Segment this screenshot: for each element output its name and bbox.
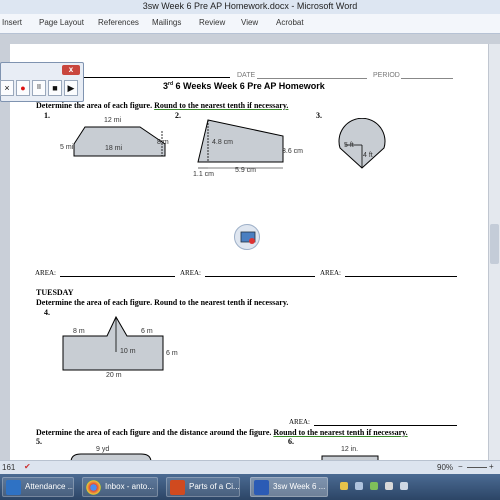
document-margin-band — [0, 34, 500, 44]
scrollbar-thumb[interactable] — [490, 224, 499, 264]
taskbar-item-label: Parts of a Ci... — [189, 482, 240, 491]
window-title: 3sw Week 6 Pre AP Homework.docx - Micros… — [142, 1, 358, 11]
taskbar-item-powerpoint[interactable]: Parts of a Ci... — [166, 477, 240, 497]
fig2-left-base-label: 1.1 cm — [193, 171, 215, 178]
tab-acrobat[interactable]: Acrobat — [276, 18, 304, 27]
tray-icon[interactable] — [355, 482, 363, 490]
instruction-3: Determine the area of each figure and th… — [36, 428, 408, 437]
period-label: PERIOD — [373, 72, 400, 79]
problem-number-3: 3. — [316, 111, 322, 120]
fig4-right-label: 6 m — [141, 328, 153, 335]
instruction-1: Determine the area of each figure. Round… — [36, 101, 289, 110]
recorder-toolbar: x × ● II ■ ▶ — [0, 62, 84, 102]
instruction-2: Determine the area of each figure. Round… — [36, 298, 289, 307]
taskbar-item-label: Attendance ... — [25, 482, 74, 491]
area-label-1: AREA: — [35, 269, 56, 277]
zoom-slider[interactable] — [467, 467, 487, 468]
fig2-height-label: 4.8 cm — [212, 139, 234, 146]
figure-5-shape — [70, 453, 152, 460]
taskbar-item-label: Inbox - anto... — [105, 482, 154, 491]
recorder-stop-button[interactable]: ■ — [48, 80, 62, 96]
fig4-side-label: 6 m — [166, 350, 178, 357]
date-line — [257, 78, 367, 79]
powerpoint-icon — [170, 480, 185, 495]
date-label: DATE — [237, 72, 256, 79]
tab-review[interactable]: Review — [199, 18, 225, 27]
recorder-pause-button[interactable]: II — [32, 80, 46, 96]
fig6-label: 12 in. — [341, 446, 359, 453]
proofing-icon[interactable]: ✔ — [24, 462, 31, 471]
window-icon — [6, 480, 21, 495]
fig2-base-label: 5.9 cm — [235, 167, 257, 174]
fig1-top-label: 12 mi — [104, 117, 122, 124]
fig3-label-a: 5 ft — [344, 142, 354, 149]
area-label-2: AREA: — [180, 269, 201, 277]
monitor-icon — [240, 231, 256, 244]
recorder-close-button[interactable]: x — [62, 65, 80, 75]
taskbar-item-attendance[interactable]: Attendance ... — [2, 477, 74, 497]
problem-number-4: 4. — [44, 308, 50, 317]
tab-view[interactable]: View — [241, 18, 258, 27]
fig4-base-label: 20 m — [106, 372, 122, 379]
area-label-4: AREA: — [289, 418, 310, 426]
word-count[interactable]: 161 — [2, 463, 15, 472]
document-page[interactable]: DATE PERIOD 3rd 6 Weeks Week 6 Pre AP Ho… — [10, 44, 488, 460]
fig1-right-label: 8 m — [157, 139, 169, 146]
status-bar: 161 ✔ 90% − + — [0, 460, 500, 474]
area-line-1 — [60, 276, 175, 277]
tray-icon[interactable] — [370, 482, 378, 490]
problem-number-5: 5. — [36, 437, 42, 446]
fig4-left-label: 8 m — [73, 328, 85, 335]
network-icon[interactable] — [385, 482, 393, 490]
taskbar: Attendance ... Inbox - anto... Parts of … — [0, 474, 500, 500]
tray-icon[interactable] — [340, 482, 348, 490]
recorder-record-button[interactable]: ● — [16, 80, 30, 96]
area-label-3: AREA: — [320, 269, 341, 277]
period-line — [401, 78, 453, 79]
zoom-level[interactable]: 90% — [437, 463, 453, 472]
window-titlebar: 3sw Week 6 Pre AP Homework.docx - Micros… — [0, 0, 500, 14]
tab-insert[interactable]: Insert — [2, 18, 22, 27]
ribbon-tabs: Insert Page Layout References Mailings R… — [0, 14, 500, 34]
word-icon — [254, 480, 269, 495]
restore-recording-icon[interactable] — [234, 224, 260, 250]
area-line-3 — [345, 276, 457, 277]
page-title: 3rd 6 Weeks Week 6 Pre AP Homework — [163, 81, 325, 91]
tab-mailings[interactable]: Mailings — [152, 18, 181, 27]
fig2-right-label: 3.6 cm — [282, 148, 304, 155]
area-line-2 — [205, 276, 315, 277]
fig3-label-b: 4 ft — [363, 152, 373, 159]
zoom-in-icon[interactable]: + — [489, 462, 494, 471]
recorder-cancel-button[interactable]: × — [0, 80, 14, 96]
tab-page-layout[interactable]: Page Layout — [39, 18, 84, 27]
tab-references[interactable]: References — [98, 18, 139, 27]
problem-number-6: 6. — [288, 437, 294, 446]
zoom-out-icon[interactable]: − — [458, 462, 463, 471]
figure-4-pentagon — [62, 315, 164, 371]
tuesday-heading: TUESDAY — [36, 288, 74, 297]
taskbar-item-word[interactable]: 3sw Week 6 ... — [250, 477, 328, 497]
chrome-icon — [86, 480, 101, 495]
area-line-4 — [314, 425, 457, 426]
problem-number-2: 2. — [175, 111, 181, 120]
fig1-base-label: 18 mi — [105, 145, 123, 152]
recorder-play-button[interactable]: ▶ — [64, 80, 78, 96]
taskbar-item-inbox[interactable]: Inbox - anto... — [82, 477, 158, 497]
taskbar-item-label: 3sw Week 6 ... — [273, 482, 326, 491]
volume-icon[interactable] — [400, 482, 408, 490]
vertical-scrollbar[interactable] — [488, 44, 500, 460]
fig1-left-label: 5 mi — [60, 144, 74, 151]
fig4-height-label: 10 m — [120, 348, 136, 355]
